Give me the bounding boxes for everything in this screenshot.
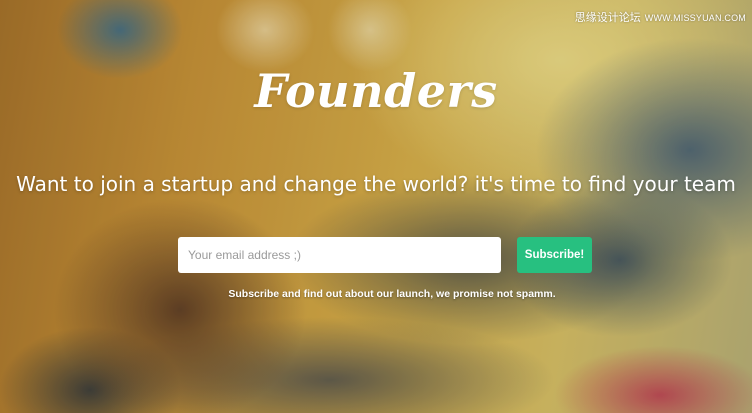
subscribe-button[interactable]: Subscribe! — [517, 237, 592, 273]
hero-tagline: Want to join a startup and change the wo… — [16, 172, 736, 196]
subscribe-note: Subscribe and find out about our launch,… — [228, 288, 556, 300]
founders-logo: Founders — [254, 64, 498, 118]
watermark-text: 思缘设计论坛 — [574, 12, 641, 24]
watermark-site: WWW.MISSYUAN.COM — [644, 13, 746, 23]
email-input[interactable] — [178, 237, 501, 273]
blurred-office-background — [0, 0, 752, 413]
site-watermark: 思缘设计论坛 WWW.MISSYUAN.COM — [575, 9, 746, 25]
